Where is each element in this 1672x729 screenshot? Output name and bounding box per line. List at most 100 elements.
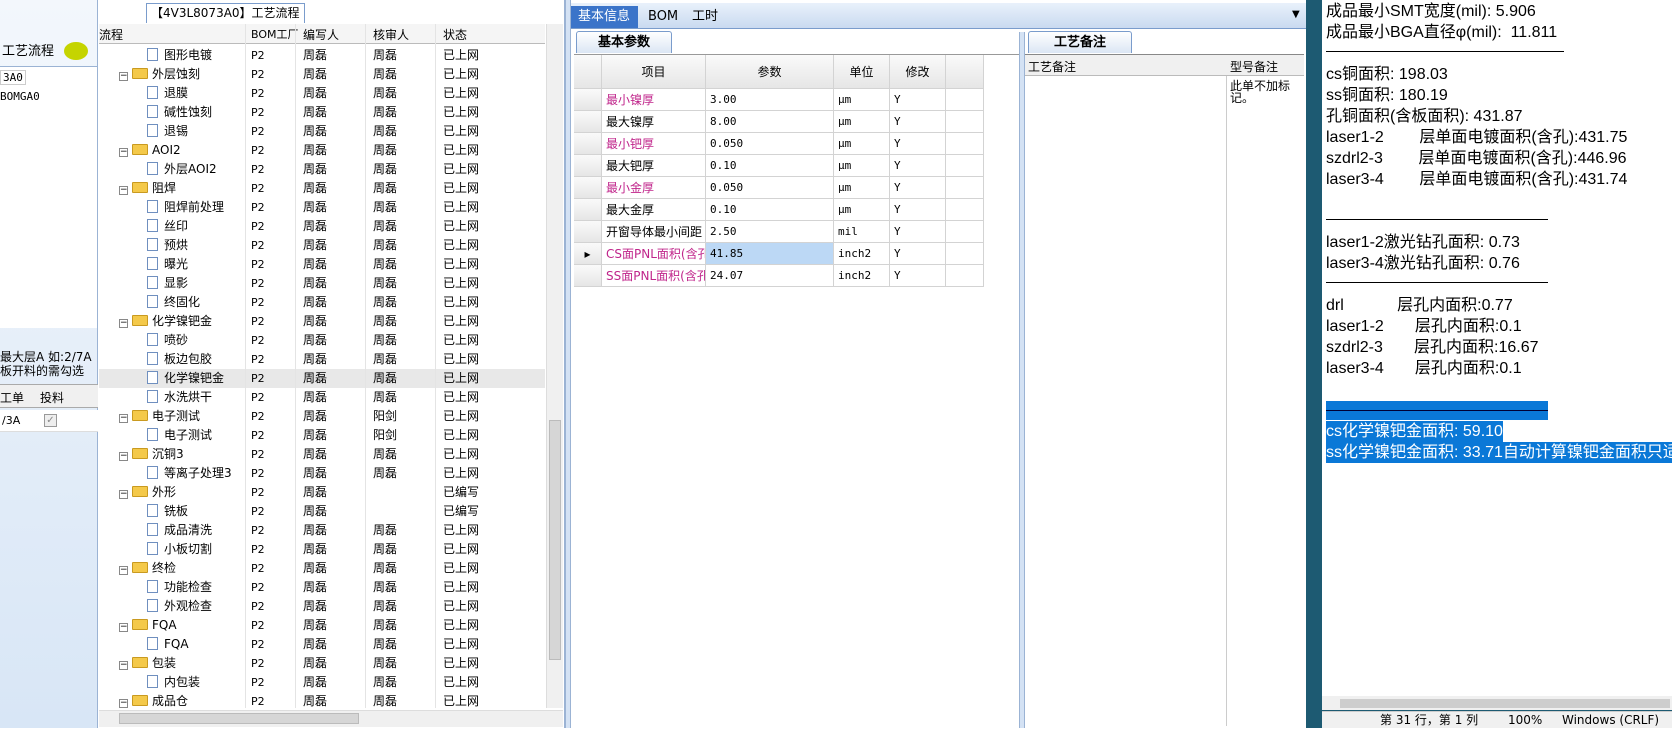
tree-row[interactable]: 预烘 P2 周磊 周磊 已上网	[99, 236, 545, 255]
tree-row[interactable]: 内包装 P2 周磊 周磊 已上网	[99, 673, 545, 692]
param-value[interactable]: 24.07	[706, 265, 834, 287]
param-modify[interactable]: Y	[890, 177, 946, 199]
param-value[interactable]: 0.10	[706, 199, 834, 221]
tree-row[interactable]: 图形电镀 P2 周磊 周磊 已上网	[99, 46, 545, 65]
param-modify[interactable]: Y	[890, 155, 946, 177]
tree-row[interactable]: 等离子处理3 P2 周磊 周磊 已上网	[99, 464, 545, 483]
tree-node[interactable]: 外观检查	[147, 597, 212, 616]
row-selector[interactable]	[574, 265, 602, 287]
tree-row[interactable]: 水洗烘干 P2 周磊 周磊 已上网	[99, 388, 545, 407]
tree-row[interactable]: 铣板 P2 周磊 已编写	[99, 502, 545, 521]
tree-node[interactable]: 小板切割	[147, 540, 212, 559]
model-note-text[interactable]: 此单不加标记。	[1230, 80, 1294, 104]
collapse-icon[interactable]: −	[119, 186, 128, 195]
tree-node[interactable]: 功能检查	[147, 578, 212, 597]
tree-row[interactable]: 阻焊前处理 P2 周磊 周磊 已上网	[99, 198, 545, 217]
param-modify[interactable]: Y	[890, 265, 946, 287]
tab-process-notes[interactable]: 工艺备注	[1028, 31, 1132, 53]
collapse-icon[interactable]: −	[119, 72, 128, 81]
tree-node[interactable]: 成品清洗	[147, 521, 212, 540]
param-col-header[interactable]: 参数	[706, 55, 834, 89]
collapse-icon[interactable]: −	[119, 490, 128, 499]
tree-node[interactable]: 退锡	[147, 122, 188, 141]
tree-row[interactable]: 板边包胶 P2 周磊 周磊 已上网	[99, 350, 545, 369]
row-selector[interactable]	[574, 89, 602, 111]
tree-folder[interactable]: − FQA	[119, 616, 177, 635]
tab-bom[interactable]: BOM	[640, 6, 686, 28]
tree-node[interactable]: 显影	[147, 274, 188, 293]
param-col-header[interactable]: 单位	[834, 55, 890, 89]
tree-hscroll-thumb[interactable]	[119, 713, 359, 724]
tab-work-hours[interactable]: 工时	[684, 6, 726, 28]
collapse-icon[interactable]: −	[119, 452, 128, 461]
tree-row[interactable]: − 电子测试 P2 周磊 阳剑 已上网	[99, 407, 545, 426]
tree-row[interactable]: − 化学镍钯金 P2 周磊 周磊 已上网	[99, 312, 545, 331]
chat-bubble-icon[interactable]	[64, 42, 88, 60]
tree-scroll-thumb[interactable]	[549, 420, 561, 660]
param-col-header[interactable]: 修改	[890, 55, 946, 89]
tree-row[interactable]: − 外层蚀刻 P2 周磊 周磊 已上网	[99, 65, 545, 84]
feed-checkbox[interactable]: ✓	[44, 414, 57, 427]
tree-row[interactable]: 丝印 P2 周磊 周磊 已上网	[99, 217, 545, 236]
tree-row[interactable]: FQA P2 周磊 周磊 已上网	[99, 635, 545, 654]
row-selector[interactable]	[574, 199, 602, 221]
tree-folder[interactable]: − 终检	[119, 559, 176, 578]
row-selector[interactable]	[574, 155, 602, 177]
tree-node[interactable]: 板边包胶	[147, 350, 212, 369]
param-value[interactable]: 0.050	[706, 177, 834, 199]
work-order-item[interactable]: BOMGA0	[0, 90, 40, 103]
tree-folder[interactable]: − 包装	[119, 654, 176, 673]
tree-row[interactable]: 外观检查 P2 周磊 周磊 已上网	[99, 597, 545, 616]
param-value[interactable]: 3.00	[706, 89, 834, 111]
param-value[interactable]: 0.10	[706, 155, 834, 177]
collapse-icon[interactable]: −	[119, 566, 128, 575]
tree-row[interactable]: 显影 P2 周磊 周磊 已上网	[99, 274, 545, 293]
tree-row[interactable]: 功能检查 P2 周磊 周磊 已上网	[99, 578, 545, 597]
collapse-icon[interactable]: −	[119, 699, 128, 708]
tree-row[interactable]: − 包装 P2 周磊 周磊 已上网	[99, 654, 545, 673]
param-modify[interactable]: Y	[890, 243, 946, 265]
tree-node[interactable]: 电子测试	[147, 426, 212, 445]
param-modify[interactable]: Y	[890, 133, 946, 155]
tree-node[interactable]: 碱性蚀刻	[147, 103, 212, 122]
tree-row[interactable]: 成品清洗 P2 周磊 周磊 已上网	[99, 521, 545, 540]
tree-node[interactable]: 图形电镀	[147, 46, 212, 65]
tree-node[interactable]: 预烘	[147, 236, 188, 255]
tree-node[interactable]: 阻焊前处理	[147, 198, 224, 217]
work-order-item[interactable]: 3A0	[0, 70, 26, 85]
chevron-down-icon[interactable]: ▼	[1292, 9, 1300, 20]
tree-node[interactable]: 退膜	[147, 84, 188, 103]
tree-node[interactable]: 铣板	[147, 502, 188, 521]
row-selector[interactable]: ▸	[574, 243, 602, 265]
tab-basic-params[interactable]: 基本参数	[576, 31, 672, 53]
editor-hscroll-thumb[interactable]	[1340, 699, 1670, 708]
param-value[interactable]: 41.85	[706, 243, 834, 265]
tree-row[interactable]: − AOI2 P2 周磊 周磊 已上网	[99, 141, 545, 160]
tree-row[interactable]: − 终检 P2 周磊 周磊 已上网	[99, 559, 545, 578]
tree-row[interactable]: 碱性蚀刻 P2 周磊 周磊 已上网	[99, 103, 545, 122]
tree-node[interactable]: 喷砂	[147, 331, 188, 350]
tree-folder[interactable]: − 外层蚀刻	[119, 65, 200, 84]
tree-node[interactable]: 化学镍钯金	[147, 369, 224, 388]
tree-node[interactable]: 外层AOI2	[147, 160, 217, 179]
tree-row[interactable]: 退膜 P2 周磊 周磊 已上网	[99, 84, 545, 103]
param-value[interactable]: 2.50	[706, 221, 834, 243]
collapse-icon[interactable]: −	[119, 148, 128, 157]
tree-row[interactable]: 电子测试 P2 周磊 阳剑 已上网	[99, 426, 545, 445]
tree-node[interactable]: FQA	[147, 635, 189, 654]
param-value[interactable]: 0.050	[706, 133, 834, 155]
tree-folder[interactable]: − 沉铜3	[119, 445, 184, 464]
tree-node[interactable]: 水洗烘干	[147, 388, 212, 407]
tree-row[interactable]: 退锡 P2 周磊 周磊 已上网	[99, 122, 545, 141]
tree-row[interactable]: 终固化 P2 周磊 周磊 已上网	[99, 293, 545, 312]
splitter[interactable]	[1019, 32, 1025, 728]
process-tab[interactable]: 【4V3L8073A0】工艺流程	[146, 3, 305, 23]
tree-row[interactable]: 小板切割 P2 周磊 周磊 已上网	[99, 540, 545, 559]
param-value[interactable]: 8.00	[706, 111, 834, 133]
row-selector[interactable]	[574, 221, 602, 243]
tree-row[interactable]: − 阻焊 P2 周磊 周磊 已上网	[99, 179, 545, 198]
tree-row[interactable]: − 成品仓 P2 周磊 周磊 已上网	[99, 692, 545, 711]
tree-node[interactable]: 曝光	[147, 255, 188, 274]
tree-folder[interactable]: − 外形	[119, 483, 176, 502]
tree-row[interactable]: 化学镍钯金 P2 周磊 周磊 已上网	[99, 369, 545, 388]
